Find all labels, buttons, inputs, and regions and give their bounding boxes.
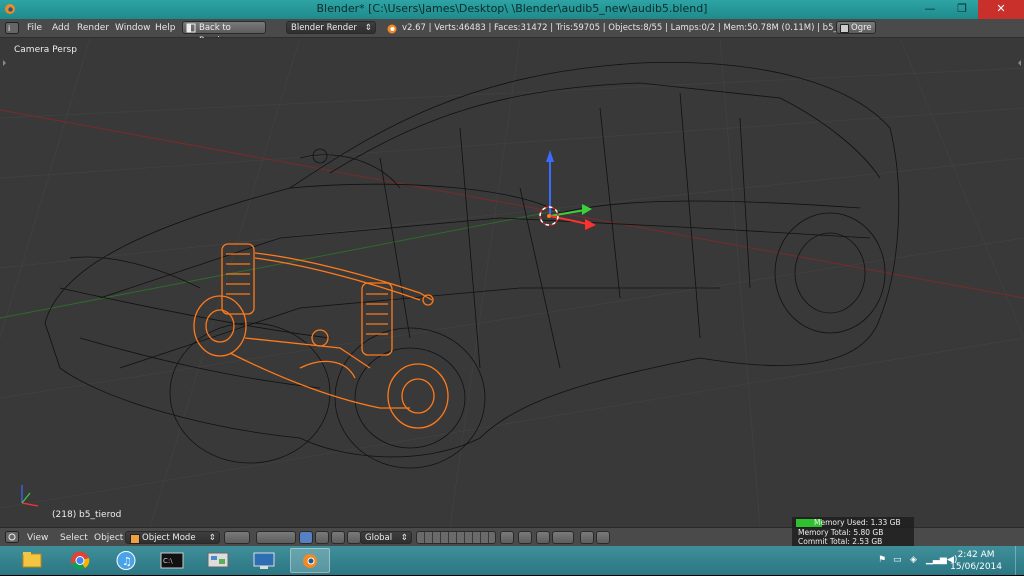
window-title: Blender* [C:\Users\James\Desktop\ \Blend… [316, 2, 708, 15]
editor-type-icon[interactable]: i [5, 22, 19, 34]
memory-total-label: Memory Total: 5.80 GB [798, 528, 884, 537]
ogre-checkbox[interactable] [840, 24, 849, 33]
object-mode-icon [130, 534, 140, 544]
ogre-toggle[interactable]: Ogre [836, 21, 876, 34]
menu-render[interactable]: Render [77, 23, 109, 33]
manipulator-toggle[interactable] [299, 531, 313, 544]
itunes-icon: ♫ [116, 551, 136, 570]
chrome-icon [71, 551, 90, 570]
proportional-edit-button[interactable] [518, 531, 532, 544]
menu-select[interactable]: Select [60, 533, 88, 543]
transform-orientation-dropdown[interactable]: Global ⇕ [360, 531, 412, 544]
menu-help[interactable]: Help [155, 23, 176, 33]
floor-grid [0, 38, 1024, 527]
scene-stats: v2.67 | Verts:46483 | Faces:31472 | Tris… [402, 23, 863, 33]
show-desktop-button[interactable] [1015, 546, 1024, 575]
mode-dropdown[interactable]: Object Mode ⇕ [125, 531, 220, 544]
y-axis-line [0, 209, 561, 319]
render-engine-dropdown[interactable]: Blender Render ⇕ [286, 21, 376, 34]
remote-desktop-icon [253, 552, 275, 569]
windows-taskbar: ♫ C:\ ⚑ ▭ ◈ ▁▃▅ ◀) 2:42 AM 15/06/2014 [0, 546, 1024, 575]
mode-label: Object Mode [142, 533, 196, 543]
opengl-animation-button[interactable] [596, 531, 610, 544]
render-engine-label: Blender Render [291, 23, 357, 33]
scale-manipulator-button[interactable] [347, 531, 361, 544]
window-titlebar: Blender* [C:\Users\James\Desktop\ \Blend… [0, 0, 1024, 19]
taskbar-command-prompt[interactable]: C:\ [152, 548, 192, 573]
viewport-view-label: Camera Persp [14, 45, 77, 55]
taskbar-settings[interactable] [198, 548, 238, 573]
dropdown-arrows-icon: ⇕ [400, 533, 408, 543]
car-wireframe[interactable] [44, 62, 900, 469]
ogre-label: Ogre [851, 23, 872, 33]
active-object-label: (218) b5_tierod [52, 510, 122, 520]
pivot-point-dropdown[interactable] [256, 531, 296, 544]
clock-date: 15/06/2014 [950, 562, 1002, 572]
area-corner-icon[interactable] [3, 60, 1021, 66]
terminal-icon: C:\ [160, 552, 184, 569]
layer-lock-button[interactable] [500, 531, 514, 544]
dropdown-arrows-icon: ⇕ [364, 23, 372, 33]
svg-text:C:\: C:\ [163, 557, 173, 565]
taskbar-file-explorer[interactable] [12, 548, 52, 573]
memory-monitor: Memory Used: 1.33 GB Memory Total: 5.80 … [792, 517, 914, 547]
memory-used-label: Memory Used: 1.33 GB [814, 518, 901, 527]
viewport-shading-dropdown[interactable] [224, 531, 250, 544]
menu-object[interactable]: Object [94, 533, 123, 543]
svg-text:♫: ♫ [122, 555, 132, 568]
maximize-button[interactable]: ❐ [946, 0, 978, 19]
x-axis-line [0, 109, 1024, 299]
taskbar-clock[interactable]: 2:42 AM 15/06/2014 [950, 549, 1002, 573]
viewport-scene [0, 38, 1024, 527]
taskbar-chrome[interactable] [60, 548, 100, 573]
translate-manipulator-button[interactable] [315, 531, 329, 544]
layer-buttons[interactable] [416, 531, 496, 544]
info-header: i File Add Render Window Help Back to Pr… [0, 19, 1024, 46]
orientation-label: Global [365, 533, 393, 543]
opengl-render-button[interactable] [580, 531, 594, 544]
network-tray-icon[interactable]: ▭ [893, 555, 902, 565]
signal-icon[interactable]: ▁▃▅ [926, 555, 947, 565]
menu-view[interactable]: View [27, 533, 48, 543]
control-panel-icon [207, 552, 229, 568]
menu-window[interactable]: Window [115, 23, 151, 33]
rotate-manipulator-button[interactable] [331, 531, 345, 544]
app-tray-icon[interactable]: ◈ [910, 555, 917, 565]
blender-icon [303, 554, 317, 568]
taskbar-remote-desktop[interactable] [244, 548, 284, 573]
dropdown-arrows-icon: ⇕ [208, 533, 216, 543]
svg-text:i: i [8, 24, 10, 33]
menu-add[interactable]: Add [52, 23, 69, 33]
3d-viewport[interactable]: Camera Persp (218) b5_tierod [0, 38, 1024, 527]
snap-toggle[interactable] [536, 531, 550, 544]
blender-logo-icon [387, 24, 397, 34]
taskbar-blender[interactable] [290, 548, 330, 573]
viewport-editor-icon[interactable] [5, 531, 19, 543]
window-controls: — ❐ ✕ [914, 0, 1024, 19]
taskbar-itunes[interactable]: ♫ [106, 548, 146, 573]
menu-file[interactable]: File [27, 23, 42, 33]
close-button[interactable]: ✕ [978, 0, 1024, 19]
clock-time: 2:42 AM [957, 550, 995, 560]
screen-back-icon [186, 23, 196, 33]
folder-icon [22, 552, 42, 568]
minimize-button[interactable]: — [914, 0, 946, 19]
back-to-previous-button[interactable]: Back to Previous [182, 21, 266, 46]
flag-icon[interactable]: ⚑ [878, 555, 886, 565]
commit-total-label: Commit Total: 2.53 GB [798, 537, 883, 546]
snap-element-dropdown[interactable] [552, 531, 574, 544]
